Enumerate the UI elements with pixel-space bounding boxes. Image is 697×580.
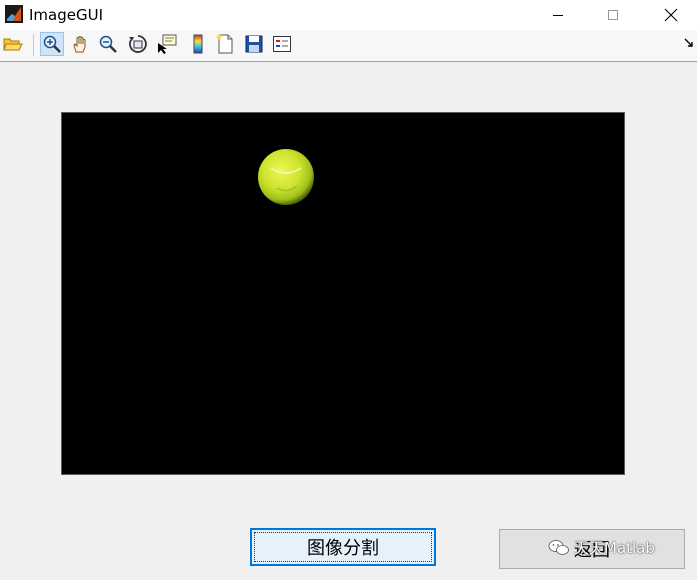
legend-icon [273,36,291,52]
save-figure-button[interactable] [242,32,266,56]
rotate-3d-icon [129,35,147,53]
maximize-button[interactable] [590,0,636,30]
tennis-ball-image [258,149,314,205]
toolbar-separator [33,34,34,56]
save-icon [245,35,263,53]
hand-icon [73,36,86,53]
zoom-in-button[interactable] [40,32,64,56]
image-segmentation-label: 图像分割 [307,538,379,559]
image-segmentation-button[interactable]: 图像分割 [250,528,436,566]
toolbar-overflow-icon[interactable] [684,38,694,48]
figure-toolbar [0,30,697,62]
data-cursor-icon [158,34,177,54]
minimize-icon [553,15,563,16]
folder-open-icon [3,38,23,51]
wechat-icon [548,539,569,555]
watermark: 天天Matlab [548,537,655,558]
data-cursor-button[interactable] [155,32,179,56]
insert-legend-button[interactable] [270,32,294,56]
new-figure-icon [216,34,233,54]
colorbar-icon [193,34,203,54]
minimize-button[interactable] [535,0,581,30]
new-figure-button[interactable] [213,32,237,56]
open-file-button[interactable] [1,32,25,56]
title-bar: ImageGUI [0,0,697,30]
insert-colorbar-button[interactable] [186,32,210,56]
maximize-icon [608,10,618,20]
image-axes [61,112,625,475]
zoom-in-icon [43,35,61,53]
zoom-out-icon [99,35,117,53]
watermark-text: 天天Matlab [574,539,655,557]
rotate-3d-button[interactable] [126,32,150,56]
close-button[interactable] [648,0,694,30]
pan-button[interactable] [68,32,92,56]
window-title: ImageGUI [29,6,104,24]
zoom-out-button[interactable] [96,32,120,56]
matlab-logo-icon [5,5,23,23]
close-icon [664,8,678,22]
